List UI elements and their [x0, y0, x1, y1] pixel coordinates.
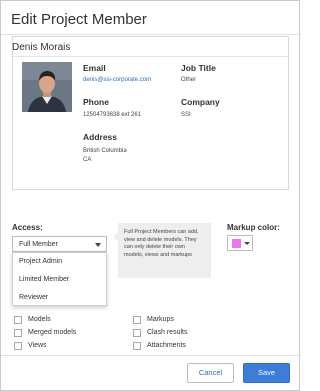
- dialog-title: Edit Project Member: [11, 11, 147, 28]
- checkbox-models[interactable]: [14, 316, 22, 324]
- member-card: [12, 36, 289, 190]
- email-link[interactable]: denis@ssi-corporate.com: [83, 76, 151, 85]
- checkbox-label-merged-models: Merged models: [28, 329, 77, 336]
- member-avatar: [22, 62, 72, 112]
- access-dropdown-menu: Project Admin Limited Member Reviewer: [12, 252, 107, 306]
- access-label: Access:: [12, 223, 43, 232]
- address-line1: British Columbia: [83, 148, 127, 154]
- checkbox-merged-models[interactable]: [14, 329, 22, 337]
- save-button[interactable]: Save: [243, 363, 290, 383]
- chevron-down-icon: [95, 243, 101, 247]
- menu-item-limited-member[interactable]: Limited Member: [13, 271, 108, 289]
- edit-project-member-dialog: Edit Project Member Denis Morais Email d…: [0, 0, 301, 391]
- email-label: Email: [83, 63, 106, 73]
- checkbox-label-attachments: Attachments: [147, 342, 186, 349]
- checkbox-attachments[interactable]: [133, 342, 141, 350]
- address-label: Address: [83, 132, 118, 142]
- checkbox-label-clash-results: Clash results: [147, 329, 188, 336]
- checkbox-clash-results[interactable]: [133, 329, 141, 337]
- job-title-value: Other: [181, 77, 197, 83]
- menu-item-reviewer[interactable]: Reviewer: [13, 289, 108, 307]
- access-selected-value: Full Member: [19, 241, 58, 248]
- access-select[interactable]: Full Member: [12, 236, 107, 252]
- chevron-down-icon: [244, 242, 250, 245]
- markup-color-picker[interactable]: [227, 235, 253, 251]
- checkbox-label-markups: Markups: [147, 316, 174, 323]
- markup-color-label: Markup color:: [227, 223, 280, 232]
- cancel-button[interactable]: Cancel: [187, 363, 234, 383]
- address-line2: CA: [83, 157, 92, 163]
- checkbox-label-views: Views: [28, 342, 47, 349]
- access-info-tooltip: Full Project Members can add, view and d…: [118, 223, 211, 278]
- checkbox-markups[interactable]: [133, 316, 141, 324]
- color-swatch: [232, 239, 241, 248]
- member-name: Denis Morais: [12, 42, 71, 53]
- phone-label: Phone: [83, 97, 109, 107]
- company-value: SSI: [181, 112, 191, 118]
- checkbox-views[interactable]: [14, 342, 22, 350]
- checkbox-label-models: Models: [28, 316, 51, 323]
- phone-value: 12504793638 ext 261: [83, 112, 142, 118]
- job-title-label: Job Title: [181, 63, 216, 73]
- company-label: Company: [181, 97, 220, 107]
- footer-divider: [1, 355, 301, 356]
- menu-item-project-admin[interactable]: Project Admin: [13, 253, 108, 271]
- title-divider: [1, 34, 301, 35]
- card-divider: [13, 56, 288, 57]
- avatar-photo-icon: [22, 62, 72, 112]
